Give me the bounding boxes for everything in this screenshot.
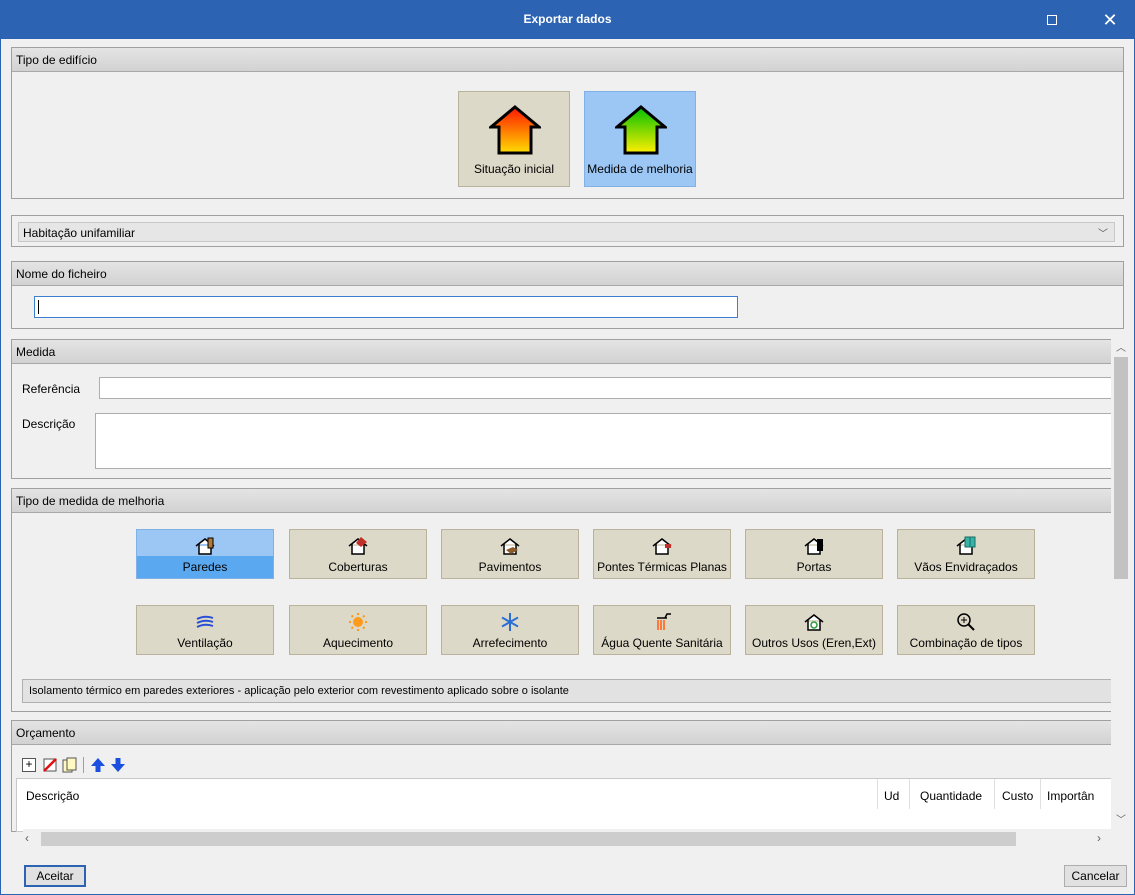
floors-button[interactable]: Pavimentos <box>441 529 579 579</box>
house-red-icon <box>489 105 541 155</box>
other-uses-label: Outros Usos (Eren,Ext) <box>751 636 877 650</box>
combination-button[interactable]: Combinação de tipos <box>897 605 1035 655</box>
horizontal-scrollbar[interactable]: ‹ › <box>23 829 1113 849</box>
cooling-label: Arrefecimento <box>472 636 548 650</box>
cooling-icon <box>442 612 578 632</box>
heating-button[interactable]: Aquecimento <box>289 605 427 655</box>
column-description[interactable]: Descrição <box>26 789 79 803</box>
measure-type-header: Tipo de medida de melhoria <box>12 489 1111 513</box>
column-amount[interactable]: Importân <box>1047 789 1113 803</box>
recycle-house-icon <box>746 612 882 632</box>
cooling-button[interactable]: Arrefecimento <box>441 605 579 655</box>
export-dialog: Exportar dados ✕ Tipo de edifício Situaç… <box>0 0 1135 895</box>
budget-header: Orçamento <box>12 721 1111 745</box>
scroll-right-icon[interactable]: › <box>1097 831 1101 845</box>
title-bar: Exportar dados ✕ <box>1 1 1134 39</box>
scroll-down-icon[interactable]: ﹀ <box>1111 811 1131 827</box>
walls-label: Paredes <box>137 556 273 578</box>
floors-label: Pavimentos <box>478 560 542 574</box>
description-label: Descrição <box>22 417 76 431</box>
floor-icon <box>442 536 578 556</box>
walls-button[interactable]: Paredes <box>136 529 274 579</box>
scroll-left-icon[interactable]: ‹ <box>25 831 29 845</box>
add-row-icon[interactable]: + <box>22 758 36 772</box>
other-uses-button[interactable]: Outros Usos (Eren,Ext) <box>745 605 883 655</box>
doors-label: Portas <box>796 560 832 574</box>
maximize-button[interactable] <box>1029 1 1075 39</box>
heating-label: Aquecimento <box>322 636 394 650</box>
usage-select-value: Habitação unifamiliar <box>23 226 136 240</box>
usage-select[interactable]: Habitação unifamiliar ﹀ <box>18 222 1115 242</box>
ventilation-button[interactable]: Ventilação <box>136 605 274 655</box>
scroll-up-icon[interactable]: ︿ <box>1111 339 1131 355</box>
accept-button[interactable]: Aceitar <box>24 865 86 887</box>
close-button[interactable]: ✕ <box>1087 1 1133 39</box>
thermal-bridges-button[interactable]: Pontes Térmicas Planas <box>593 529 731 579</box>
vertical-scroll-thumb[interactable] <box>1114 357 1128 579</box>
column-cost[interactable]: Custo <box>1002 789 1033 803</box>
roof-icon <box>290 536 426 556</box>
initial-situation-button[interactable]: Situação inicial <box>458 91 570 187</box>
glazing-button[interactable]: Vãos Envidraçados <box>897 529 1035 579</box>
toolbar-separator <box>83 757 84 773</box>
copy-icon[interactable] <box>62 757 78 773</box>
doors-button[interactable]: Portas <box>745 529 883 579</box>
arrow-down-icon[interactable] <box>110 757 126 773</box>
text-cursor <box>38 300 39 314</box>
budget-table-header: Descrição Ud Quantidade Custo Importân <box>17 779 1113 809</box>
window-icon <box>898 536 1034 556</box>
cancel-button[interactable]: Cancelar <box>1064 865 1127 887</box>
combination-label: Combinação de tipos <box>909 636 1023 650</box>
house-green-icon <box>615 105 667 155</box>
walls-icon <box>137 536 273 556</box>
roofs-label: Coberturas <box>328 560 388 574</box>
thermal-bridge-icon <box>594 536 730 556</box>
usage-dropdown[interactable]: Habitação unifamiliar ﹀ <box>11 215 1124 247</box>
close-icon: ✕ <box>1102 9 1118 30</box>
filename-input[interactable] <box>34 296 738 318</box>
improvement-measure-label: Medida de melhoria <box>587 162 693 176</box>
measure-section: Medida Referência Descrição <box>11 339 1112 479</box>
arrow-up-icon[interactable] <box>90 757 106 773</box>
reference-input[interactable] <box>99 377 1112 399</box>
zoom-icon <box>898 612 1034 632</box>
budget-toolbar: + <box>22 757 222 775</box>
selected-measure-description: Isolamento térmico em paredes exteriores… <box>22 679 1112 703</box>
description-textarea[interactable] <box>95 413 1112 469</box>
measure-type-section: Tipo de medida de melhoria Paredes Cober… <box>11 488 1112 712</box>
budget-section: Orçamento + Descrição Ud Quantidade Cust… <box>11 720 1112 832</box>
reference-label: Referência <box>22 382 81 396</box>
filename-header: Nome do ficheiro <box>12 262 1123 286</box>
ventilation-label: Ventilação <box>177 636 233 650</box>
shower-icon <box>594 612 730 632</box>
delete-row-icon[interactable] <box>42 757 58 773</box>
building-type-section: Tipo de edifício Situação inicial Medida… <box>11 47 1124 199</box>
vertical-scrollbar[interactable]: ︿ ﹀ <box>1111 339 1131 829</box>
maximize-icon <box>1047 15 1057 25</box>
building-type-header: Tipo de edifício <box>12 48 1123 72</box>
thermal-bridges-label: Pontes Térmicas Planas <box>597 560 727 574</box>
ventilation-icon <box>137 612 273 632</box>
filename-section: Nome do ficheiro <box>11 261 1124 329</box>
hot-water-button[interactable]: Água Quente Sanitária <box>593 605 731 655</box>
door-icon <box>746 536 882 556</box>
hot-water-label: Água Quente Sanitária <box>601 636 723 650</box>
window-title: Exportar dados <box>523 12 612 26</box>
horizontal-scroll-thumb[interactable] <box>41 832 1016 846</box>
improvement-measure-button[interactable]: Medida de melhoria <box>584 91 696 187</box>
roofs-button[interactable]: Coberturas <box>289 529 427 579</box>
heating-icon <box>290 612 426 632</box>
initial-situation-label: Situação inicial <box>473 162 555 176</box>
budget-table: Descrição Ud Quantidade Custo Importân <box>16 778 1112 832</box>
glazing-label: Vãos Envidraçados <box>914 560 1018 574</box>
measure-header: Medida <box>12 340 1111 364</box>
column-quantity[interactable]: Quantidade <box>920 789 982 803</box>
column-unit[interactable]: Ud <box>884 789 899 803</box>
chevron-down-icon: ﹀ <box>1098 229 1108 240</box>
